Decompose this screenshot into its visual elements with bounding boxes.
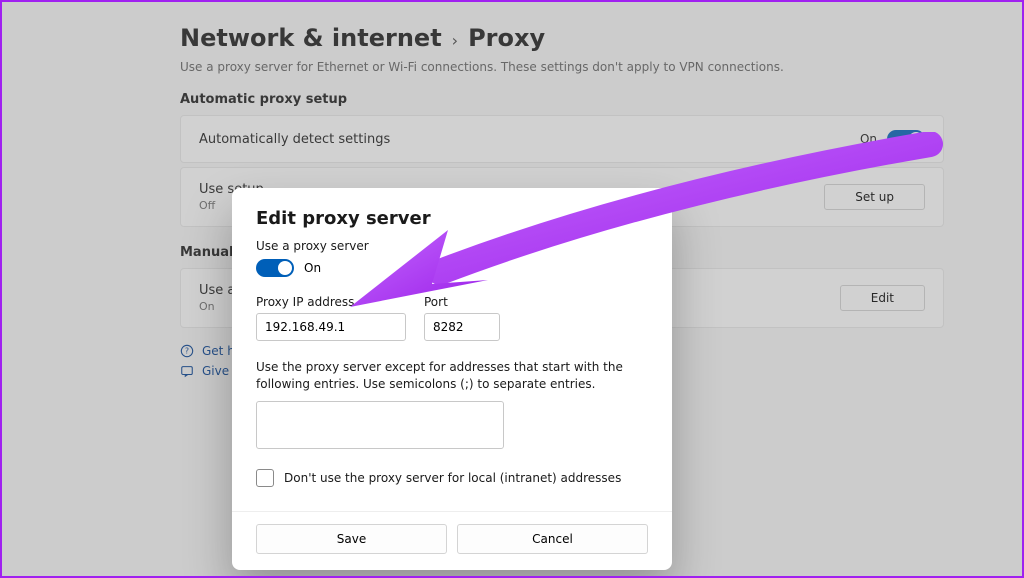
exceptions-description: Use the proxy server except for addresse… — [256, 359, 648, 393]
save-button[interactable]: Save — [256, 524, 447, 554]
dialog-title: Edit proxy server — [256, 208, 648, 229]
local-bypass-checkbox[interactable] — [256, 469, 274, 487]
proxy-ip-label: Proxy IP address — [256, 295, 406, 309]
use-proxy-toggle[interactable] — [256, 259, 294, 277]
edit-proxy-server-dialog: Edit proxy server Use a proxy server On … — [232, 188, 672, 570]
use-proxy-toggle-state-text: On — [304, 261, 321, 275]
use-proxy-server-label: Use a proxy server — [256, 239, 648, 253]
proxy-port-label: Port — [424, 295, 500, 309]
local-bypass-label: Don't use the proxy server for local (in… — [284, 471, 621, 485]
proxy-port-input[interactable] — [424, 313, 500, 341]
proxy-ip-input[interactable] — [256, 313, 406, 341]
exceptions-input[interactable] — [256, 401, 504, 449]
cancel-button[interactable]: Cancel — [457, 524, 648, 554]
